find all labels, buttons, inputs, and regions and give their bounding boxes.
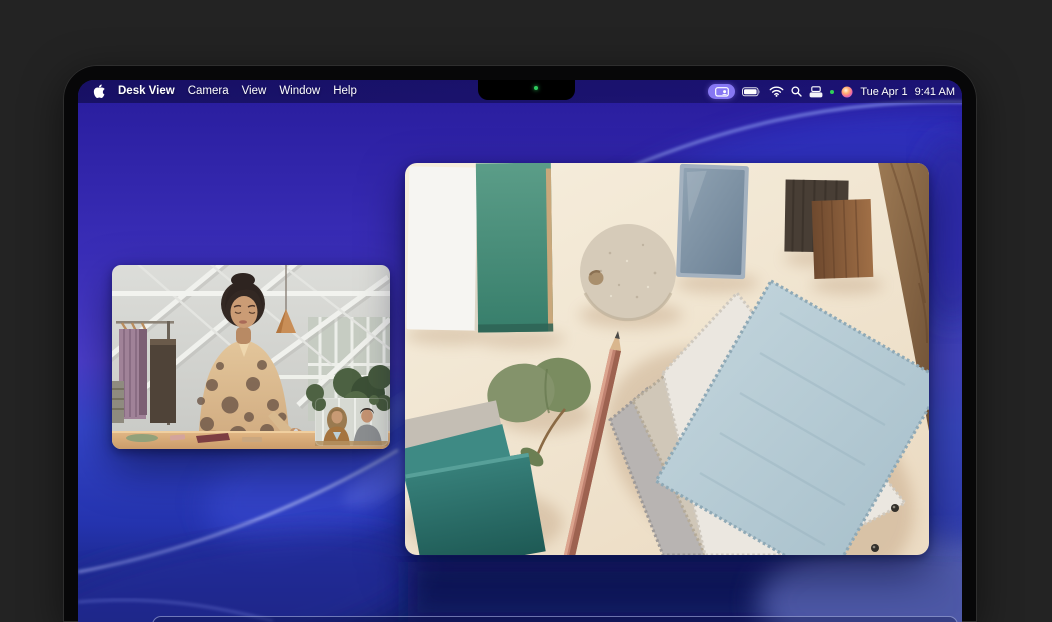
apple-icon[interactable] [92, 84, 105, 99]
siri-icon[interactable] [841, 86, 853, 98]
wifi-icon[interactable] [769, 86, 784, 97]
video-call-scene [112, 265, 390, 449]
desk-view-scene [405, 163, 929, 555]
desk-view-window[interactable] [405, 163, 929, 555]
menu-window[interactable]: Window [279, 80, 320, 103]
menu-app-desk-view[interactable]: Desk View [118, 80, 175, 103]
menu-bar-status: Tue Apr 1 9:41 AM [708, 84, 955, 99]
camera-indicator-light [534, 86, 538, 90]
menu-bar-left: Desk View Camera View Window Help [92, 80, 357, 103]
white-tile [407, 166, 482, 330]
camera-notch [478, 80, 575, 100]
participants-pip[interactable] [312, 395, 390, 446]
brown-wood-sample [812, 199, 874, 279]
macbook-display: Desk View Camera View Window Help [63, 65, 977, 622]
menu-view[interactable]: View [242, 80, 267, 103]
clock-date: Tue Apr 1 [860, 86, 907, 98]
desk-view-active-icon[interactable] [708, 84, 735, 99]
background-window-edge[interactable] [152, 616, 958, 622]
video-call-window[interactable] [112, 265, 390, 449]
spotlight-search-icon[interactable] [791, 86, 802, 97]
teal-tile [476, 163, 553, 333]
felt-coaster [580, 224, 676, 320]
battery-icon[interactable] [742, 87, 762, 97]
photo-background: Desk View Camera View Window Help [0, 0, 1052, 622]
menu-camera[interactable]: Camera [188, 80, 229, 103]
camera-in-use-indicator [830, 90, 834, 94]
blue-gray-tile [676, 164, 749, 279]
desktop: Desk View Camera View Window Help [78, 80, 962, 622]
menu-bar-clock[interactable]: Tue Apr 1 9:41 AM [860, 86, 955, 98]
clock-time: 9:41 AM [915, 86, 955, 98]
screen-mirroring-icon[interactable] [809, 86, 823, 98]
menu-help[interactable]: Help [333, 80, 357, 103]
